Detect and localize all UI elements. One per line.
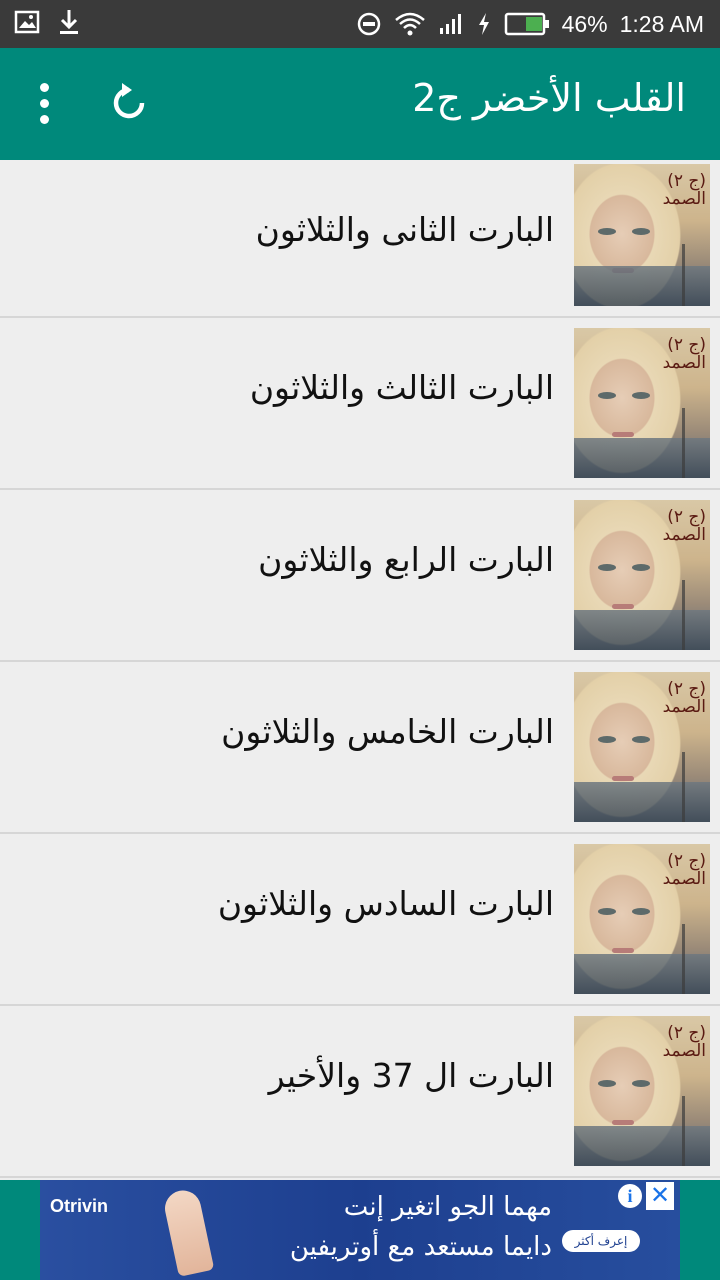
- ad-brand: Otrivin: [50, 1196, 109, 1216]
- thumbnail-caption: (ج ٢): [667, 335, 706, 355]
- ad-creative[interactable]: Otrivin مهما الجو اتغير إنت دايما مستعد …: [40, 1180, 680, 1280]
- dnd-icon: [356, 11, 382, 37]
- ad-banner[interactable]: Otrivin مهما الجو اتغير إنت دايما مستعد …: [0, 1180, 720, 1280]
- ad-info-icon[interactable]: i: [618, 1184, 642, 1208]
- thumbnail-caption: الصمد: [662, 189, 706, 209]
- app-bar: القلب الأخضر ج2: [0, 48, 720, 160]
- thumbnail-caption: (ج ٢): [667, 679, 706, 699]
- thumbnail-caption: الصمد: [662, 697, 706, 717]
- battery-icon: [504, 12, 550, 36]
- thumbnail-caption: الصمد: [662, 869, 706, 889]
- chapter-thumbnail: (ج ٢) الصمد: [574, 164, 710, 306]
- list-item[interactable]: (ج ٢) الصمد البارت الخامس والثلاثون: [0, 662, 720, 834]
- battery-percent: 46%: [561, 10, 608, 37]
- clock: 1:28 AM: [619, 10, 704, 37]
- chapter-list: (ج ٢) الصمد البارت الثانى والثلاثون (ج ٢)…: [0, 160, 720, 1180]
- ad-subline: دايما مستعد مع أوتريفين: [289, 1232, 552, 1262]
- ad-figure-image: [161, 1187, 215, 1277]
- chapter-thumbnail: (ج ٢) الصمد: [574, 844, 710, 994]
- ad-headline: مهما الجو اتغير إنت: [343, 1192, 552, 1222]
- chapter-thumbnail: (ج ٢) الصمد: [574, 328, 710, 478]
- ad-cta-button[interactable]: إعرف أكثر: [562, 1230, 640, 1252]
- image-icon: [14, 8, 40, 36]
- status-left: [14, 8, 82, 36]
- list-item[interactable]: (ج ٢) الصمد البارت الرابع والثلاثون: [0, 490, 720, 662]
- list-item[interactable]: (ج ٢) الصمد البارت الثالث والثلاثون: [0, 318, 720, 490]
- list-item[interactable]: (ج ٢) الصمد البارت ال 37 والأخير: [0, 1006, 720, 1178]
- ad-close-icon[interactable]: ✕: [646, 1182, 674, 1210]
- signal-icon: [438, 12, 464, 36]
- status-right: 46% 1:28 AM: [356, 0, 704, 48]
- charging-icon: [476, 11, 492, 37]
- chapter-thumbnail: (ج ٢) الصمد: [574, 1016, 710, 1166]
- wifi-icon: [394, 11, 426, 37]
- list-item-label: البارت الخامس والثلاثون: [221, 712, 554, 751]
- list-item-label: البارت الثالث والثلاثون: [249, 368, 554, 407]
- thumbnail-caption: الصمد: [662, 1041, 706, 1061]
- list-item-label: البارت الثانى والثلاثون: [255, 210, 554, 249]
- thumbnail-caption: (ج ٢): [667, 507, 706, 527]
- list-item-label: البارت الرابع والثلاثون: [258, 540, 554, 579]
- thumbnail-caption: الصمد: [662, 353, 706, 373]
- download-icon: [56, 8, 82, 36]
- list-item[interactable]: (ج ٢) الصمد البارت السادس والثلاثون: [0, 834, 720, 1006]
- chapter-thumbnail: (ج ٢) الصمد: [574, 672, 710, 822]
- refresh-icon[interactable]: [104, 78, 154, 128]
- status-bar: 46% 1:28 AM: [0, 0, 720, 48]
- list-item-label: البارت ال 37 والأخير: [268, 1056, 554, 1095]
- chapter-thumbnail: (ج ٢) الصمد: [574, 500, 710, 650]
- thumbnail-caption: (ج ٢): [667, 851, 706, 871]
- overflow-menu-icon[interactable]: [24, 78, 64, 128]
- list-item[interactable]: (ج ٢) الصمد البارت الثانى والثلاثون: [0, 160, 720, 318]
- page-title: القلب الأخضر ج2: [412, 76, 686, 120]
- thumbnail-caption: (ج ٢): [667, 171, 706, 191]
- list-item-label: البارت السادس والثلاثون: [217, 884, 554, 923]
- thumbnail-caption: الصمد: [662, 525, 706, 545]
- thumbnail-caption: (ج ٢): [667, 1023, 706, 1043]
